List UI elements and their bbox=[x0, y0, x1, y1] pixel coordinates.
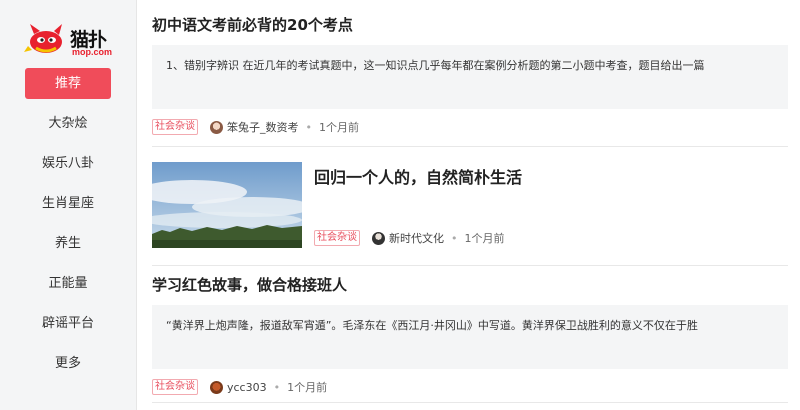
mop-logo[interactable]: 猫扑 mop.com bbox=[24, 22, 114, 60]
cat-mascot-icon bbox=[24, 24, 62, 53]
post-time: 1个月前 bbox=[287, 381, 328, 394]
author-name[interactable]: 笨兔子_数资考 bbox=[227, 119, 299, 135]
sidebar-item-rumor-platform[interactable]: 辟谣平台 bbox=[25, 308, 111, 339]
divider bbox=[152, 402, 788, 403]
article-meta: 社会杂谈 ycc303 • 1个月前 bbox=[152, 379, 788, 395]
sidebar-item-recommend[interactable]: 推荐 bbox=[25, 68, 111, 99]
sidebar-item-entertainment[interactable]: 娱乐八卦 bbox=[25, 148, 111, 179]
sidebar: 猫扑 mop.com 推荐 大杂烩 娱乐八卦 生肖星座 养生 正能量 辟谣平台 … bbox=[0, 0, 137, 410]
category-tag[interactable]: 社会杂谈 bbox=[152, 379, 198, 395]
divider bbox=[152, 265, 788, 266]
post-time: 1个月前 bbox=[464, 232, 505, 245]
avatar[interactable] bbox=[372, 231, 385, 245]
article-meta: 社会杂谈 笨兔子_数资考 • 1个月前 bbox=[152, 119, 788, 135]
separator-dot: • bbox=[273, 380, 281, 394]
category-tag[interactable]: 社会杂谈 bbox=[314, 230, 360, 246]
divider bbox=[152, 146, 788, 147]
article-card: 回归一个人的，自然简朴生活 社会杂谈 新时代文化 • 1个月前 bbox=[152, 162, 788, 250]
article-summary[interactable]: 1、错别字辨识 在近几年的考试真题中，这一知识点几乎每年都在案例分析题的第二小题… bbox=[152, 45, 788, 109]
article-meta: 社会杂谈 新时代文化 • 1个月前 bbox=[314, 230, 505, 246]
post-time: 1个月前 bbox=[319, 121, 359, 134]
sidebar-item-positive-energy[interactable]: 正能量 bbox=[25, 268, 111, 299]
article-feed: 初中语文考前必背的20个考点 1、错别字辨识 在近几年的考试真题中，这一知识点几… bbox=[152, 0, 788, 410]
article-summary[interactable]: “黄洋界上炮声隆，报道敌军宵遁”。毛泽东在《西江月·井冈山》中写道。黄洋界保卫战… bbox=[152, 305, 788, 369]
separator-dot: • bbox=[451, 231, 458, 245]
article-title[interactable]: 回归一个人的，自然简朴生活 bbox=[314, 164, 522, 188]
sidebar-item-more[interactable]: 更多 bbox=[25, 348, 111, 379]
separator-dot: • bbox=[305, 120, 313, 134]
sidebar-item-zodiac[interactable]: 生肖星座 bbox=[25, 188, 111, 219]
article-card: 初中语文考前必背的20个考点 1、错别字辨识 在近几年的考试真题中，这一知识点几… bbox=[152, 14, 788, 135]
logo-subtext: mop.com bbox=[72, 47, 113, 57]
article-card: 学习红色故事，做合格接班人 “黄洋界上炮声隆，报道敌军宵遁”。毛泽东在《西江月·… bbox=[152, 274, 788, 395]
article-title[interactable]: 初中语文考前必背的20个考点 bbox=[152, 14, 788, 35]
avatar[interactable] bbox=[210, 380, 223, 394]
sidebar-item-miscellany[interactable]: 大杂烩 bbox=[25, 108, 111, 139]
sidebar-item-health[interactable]: 养生 bbox=[25, 228, 111, 259]
article-title[interactable]: 学习红色故事，做合格接班人 bbox=[152, 274, 788, 295]
avatar[interactable] bbox=[210, 120, 223, 134]
category-tag[interactable]: 社会杂谈 bbox=[152, 119, 198, 135]
author-name[interactable]: 新时代文化 bbox=[389, 230, 444, 246]
sidebar-nav: 推荐 大杂烩 娱乐八卦 生肖星座 养生 正能量 辟谣平台 更多 bbox=[0, 68, 136, 388]
article-thumbnail[interactable] bbox=[152, 162, 302, 248]
author-name[interactable]: ycc303 bbox=[227, 381, 267, 394]
